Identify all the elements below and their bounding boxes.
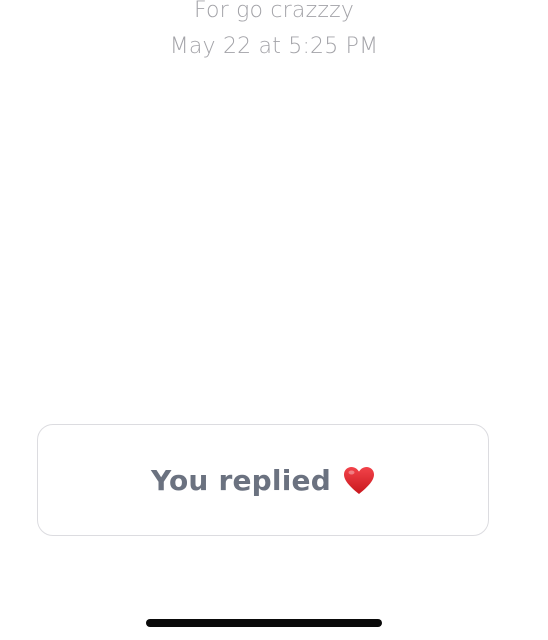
- story-message: For go crazzzy: [193, 0, 355, 23]
- reply-card: You replied: [37, 424, 489, 536]
- home-indicator-bar[interactable]: [146, 619, 382, 627]
- heart-icon: [343, 466, 375, 496]
- story-timestamp: May 22 at 5:25 PM: [169, 34, 379, 59]
- reply-label: You replied: [151, 463, 331, 497]
